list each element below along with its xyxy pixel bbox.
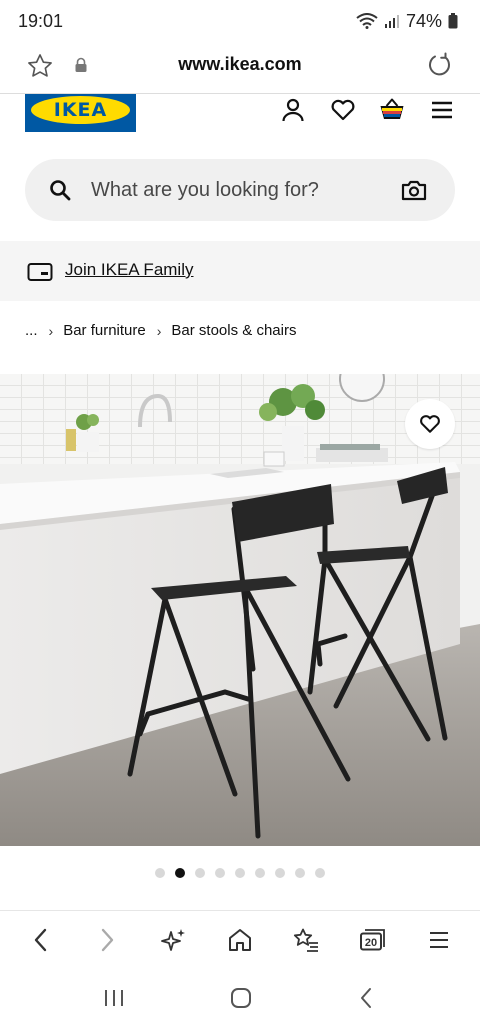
menu-icon [429, 931, 448, 948]
reload-icon[interactable] [426, 51, 454, 84]
site-header: IKEA [0, 94, 480, 140]
bookmarks-button[interactable] [282, 916, 330, 964]
product-image[interactable] [0, 374, 480, 846]
status-bar: 19:01 74% [0, 0, 480, 42]
tabs-icon: 20 [359, 928, 385, 950]
tabs-button[interactable]: 20 [349, 916, 397, 964]
system-back-button[interactable] [357, 987, 377, 1014]
carousel-dot[interactable] [275, 868, 285, 878]
system-navigation-bar [0, 972, 480, 1029]
system-home-button[interactable] [230, 987, 252, 1014]
browser-toolbar: 20 [0, 910, 480, 968]
profile-icon[interactable] [279, 96, 307, 124]
breadcrumb-ellipsis[interactable]: ... [25, 322, 38, 339]
tab-count: 20 [364, 937, 376, 949]
status-time: 19:01 [18, 10, 64, 31]
back-button[interactable] [17, 916, 65, 964]
carousel-dot[interactable] [155, 868, 165, 878]
url-text[interactable]: www.ikea.com [0, 54, 480, 75]
sparkle-icon [160, 928, 185, 951]
membership-card-icon [27, 262, 53, 287]
ai-assistant-button[interactable] [150, 916, 198, 964]
family-banner: Join IKEA Family [0, 241, 480, 301]
recent-apps-button[interactable] [103, 988, 125, 1013]
carousel-dot[interactable] [175, 868, 185, 878]
heart-icon [420, 415, 440, 433]
chevron-left-icon [34, 928, 47, 951]
carousel-dot[interactable] [235, 868, 245, 878]
shopping-bag-icon[interactable] [378, 96, 406, 124]
add-to-favourites-button[interactable] [405, 399, 455, 449]
logo-text: IKEA [53, 99, 108, 121]
camera-search-icon[interactable] [401, 178, 427, 207]
search-input[interactable] [91, 169, 381, 211]
bookmark-list-icon [294, 928, 319, 952]
carousel-dot[interactable] [295, 868, 305, 878]
chevron-right-icon: › [48, 322, 54, 339]
battery-icon [448, 13, 458, 29]
carousel-dot[interactable] [215, 868, 225, 878]
browser-menu-button[interactable] [415, 916, 463, 964]
chevron-right-icon: › [156, 322, 162, 339]
wifi-icon [356, 13, 378, 29]
carousel-dot[interactable] [195, 868, 205, 878]
back-chevron-icon [361, 988, 372, 1008]
chevron-right-icon [102, 928, 114, 951]
search-bar [25, 159, 455, 221]
carousel-pagination [0, 868, 480, 878]
breadcrumb: ... › Bar furniture › Bar stools & chair… [25, 322, 296, 339]
home-icon [228, 928, 251, 951]
forward-button[interactable] [83, 916, 131, 964]
breadcrumb-item-bar-stools[interactable]: Bar stools & chairs [171, 322, 296, 339]
menu-icon[interactable] [428, 96, 456, 124]
join-family-link[interactable]: Join IKEA Family [65, 260, 194, 280]
browser-url-bar: www.ikea.com [0, 42, 480, 94]
carousel-dot[interactable] [315, 868, 325, 878]
breadcrumb-item-bar-furniture[interactable]: Bar furniture [63, 322, 146, 339]
signal-icon [384, 15, 399, 28]
search-icon[interactable] [48, 178, 72, 207]
favourites-heart-icon[interactable] [329, 96, 357, 124]
carousel-dot[interactable] [255, 868, 265, 878]
home-circle-icon [230, 988, 251, 1008]
ikea-logo[interactable]: IKEA [25, 94, 136, 132]
battery-percent: 74% [405, 10, 442, 31]
recents-icon [104, 990, 123, 1006]
home-button[interactable] [216, 916, 264, 964]
